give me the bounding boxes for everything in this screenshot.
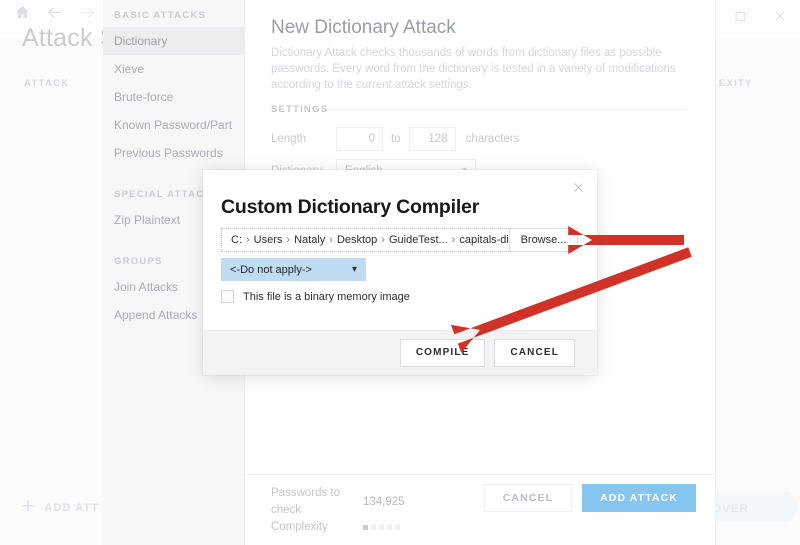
complexity-row: Complexity — [271, 519, 405, 536]
add-attack-label: ADD ATT — [44, 501, 100, 514]
close-icon[interactable] — [569, 178, 587, 196]
length-max-input[interactable]: 128 — [408, 127, 456, 151]
passwords-to-check-row: Passwords to check 134,925 — [271, 485, 405, 519]
path-segment: capitals-dictionary.txt — [459, 234, 509, 246]
path-segment: C: — [231, 234, 242, 246]
complexity-dot — [395, 525, 400, 530]
apply-rule-select[interactable]: <-Do not apply-> ▾ — [221, 258, 366, 281]
add-attack-button[interactable]: + ADD ATT — [22, 495, 100, 518]
complexity-dot — [379, 525, 384, 530]
path-separator-icon: › — [381, 234, 385, 246]
panel-footer-divider — [246, 474, 716, 475]
path-separator-icon: › — [286, 234, 291, 246]
complexity-dot — [371, 525, 376, 530]
complexity-label: Complexity — [271, 521, 328, 533]
length-label: Length — [271, 133, 307, 145]
panel-footer-stats: Passwords to check 134,925 Complexity — [271, 485, 405, 536]
sidebar-group-label-basic-attacks: BASIC ATTACKS — [114, 10, 207, 21]
path-separator-icon: › — [329, 234, 333, 246]
maximize-icon[interactable] — [728, 4, 752, 28]
arrow-right-icon[interactable] — [78, 4, 97, 21]
complexity-dot — [363, 525, 368, 530]
add-attack-button[interactable]: ADD ATTACK — [582, 484, 696, 512]
sidebar-item-xieve[interactable]: Xieve — [103, 55, 244, 83]
path-separator-icon: › — [246, 234, 250, 246]
file-path-input[interactable]: C: › Users › Nataly › Desktop › GuideTest... › cap… — [221, 228, 509, 252]
dialog-cancel-button[interactable]: CANCEL — [494, 339, 575, 367]
length-to-label: to — [391, 133, 401, 145]
apply-rule-select-value: <-Do not apply-> — [230, 263, 312, 276]
screenshot-root: Attack S ATTACK COMPLEXITY + ADD ATT REC… — [0, 0, 800, 545]
sidebar-item-known-password-part[interactable]: Known Password/Part — [103, 111, 244, 139]
binary-memory-image-label: This file is a binary memory image — [243, 290, 410, 303]
arrow-left-icon[interactable] — [45, 4, 64, 21]
sidebar-item-brute-force[interactable]: Brute-force — [103, 83, 244, 111]
settings-section-label: SETTINGS — [271, 104, 329, 115]
sidebar-item-dictionary[interactable]: Dictionary — [103, 27, 244, 55]
plus-icon: + — [22, 495, 36, 518]
path-segment: Users — [253, 234, 283, 246]
column-header-attack: ATTACK — [24, 78, 70, 89]
path-segment: GuideTest... — [388, 234, 448, 246]
complexity-meter — [363, 525, 400, 530]
path-separator-icon: › — [451, 234, 456, 246]
chevron-down-icon: ▾ — [351, 264, 357, 275]
cancel-button[interactable]: CANCEL — [483, 484, 573, 512]
length-min-input[interactable]: 0 — [336, 127, 383, 151]
passwords-to-check-value: 134,925 — [363, 495, 405, 508]
home-icon[interactable] — [14, 4, 31, 21]
close-icon[interactable] — [768, 4, 792, 28]
dialog-footer: COMPILE CANCEL — [203, 330, 597, 375]
custom-dictionary-compiler-dialog: Custom Dictionary Compiler C: › Users › Nata… — [203, 170, 597, 375]
panel-title: New Dictionary Attack — [271, 17, 456, 38]
file-path-row: C: › Users › Nataly › Desktop › GuideTest... › cap… — [221, 228, 578, 252]
panel-footer-buttons: CANCEL ADD ATTACK — [483, 484, 696, 512]
length-unit-label: characters — [465, 133, 520, 145]
compile-button[interactable]: COMPILE — [399, 339, 486, 367]
binary-memory-image-checkbox-row[interactable]: This file is a binary memory image — [221, 290, 410, 303]
dialog-footer-buttons: COMPILE CANCEL — [399, 339, 575, 367]
dialog-title: Custom Dictionary Compiler — [221, 196, 480, 218]
sidebar-item-previous-passwords[interactable]: Previous Passwords — [103, 139, 244, 167]
settings-section-divider — [328, 109, 686, 110]
browse-button[interactable]: Browse... — [509, 228, 578, 252]
path-segment: Desktop — [336, 234, 378, 246]
panel-description: Dictionary Attack checks thousands of wo… — [271, 47, 676, 91]
path-segment: Nataly — [294, 234, 326, 246]
length-field-row: Length 0 to 128 characters — [271, 127, 519, 151]
binary-memory-image-checkbox[interactable] — [221, 290, 234, 303]
complexity-dot — [387, 525, 392, 530]
window-nav-icons — [14, 4, 97, 21]
passwords-to-check-label: Passwords to check — [271, 487, 341, 516]
